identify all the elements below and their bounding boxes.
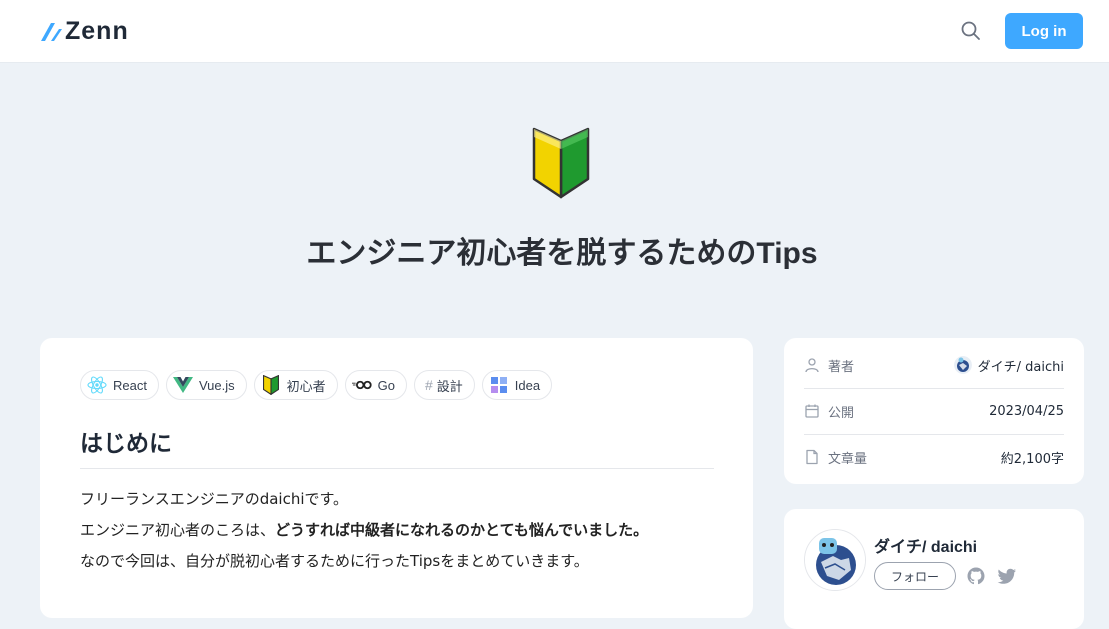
topic-label: 初心者: [286, 378, 326, 394]
meta-author-label-group: 著者: [804, 356, 854, 375]
meta-published-label: 公開: [828, 405, 855, 421]
topic-list: React Vue.js 初心者 Go # 設計 Idea: [80, 370, 553, 400]
zenn-logo[interactable]: Zenn: [40, 16, 129, 45]
meta-length-row: 文章量 約2,100字: [804, 434, 1064, 480]
meta-published-label-group: 公開: [804, 402, 854, 421]
beginner-mark-icon: [532, 127, 590, 199]
author-name[interactable]: ダイチ/ daichi: [874, 533, 977, 557]
paragraph-line: なので今回は、自分が脱初心者するために行ったTipsをまとめていきます。: [80, 552, 589, 570]
meta-author-value: ダイチ/ daichi: [977, 359, 1064, 375]
topic-label: Idea: [514, 377, 541, 393]
meta-published-value: 2023/04/25: [989, 403, 1064, 419]
topic-label: Vue.js: [198, 377, 235, 393]
meta-length-label-group: 文章量: [804, 448, 867, 467]
meta-length-label: 文章量: [828, 451, 868, 467]
github-icon[interactable]: [966, 566, 986, 586]
paragraph-bold-text: どうすれば中級者になれるのかとても悩んでいました。: [275, 521, 649, 539]
zenn-logo-mark-icon: [41, 23, 62, 41]
article-title: エンジニア初心者を脱するためのTips: [306, 237, 818, 270]
topic-react[interactable]: React: [80, 370, 159, 400]
idea-icon: [489, 375, 509, 395]
site-header: Zenn Log in: [0, 0, 1109, 63]
paragraph-line: フリーランスエンジニアのdaichiです。: [80, 490, 349, 508]
topic-label: Go: [377, 377, 395, 393]
react-icon: [87, 375, 107, 395]
avatar: [953, 356, 972, 374]
topic-beginner[interactable]: 初心者: [253, 370, 338, 400]
paragraph-text: エンジニア初心者のころは、: [80, 521, 276, 539]
topic-vue[interactable]: Vue.js: [165, 370, 247, 400]
login-button[interactable]: Log in: [1005, 13, 1083, 49]
author-card: ダイチ/ daichi フォロー: [784, 509, 1084, 629]
topic-label: 設計: [436, 378, 463, 394]
meta-author-row: 著者 ダイチ/ daichi: [804, 342, 1064, 389]
topic-design[interactable]: # 設計: [413, 370, 475, 400]
go-icon: [351, 375, 372, 395]
document-icon: [806, 449, 818, 465]
beginner-mark-icon: [261, 375, 281, 395]
paragraph-line: エンジニア初心者のころは、どうすれば中級者になれるのかとても悩んでいました。: [80, 519, 648, 540]
follow-button[interactable]: フォロー: [874, 562, 956, 590]
article-meta-card: 著者 ダイチ/ daichi 公開 2023/04/25 文章量 約2,100字: [784, 338, 1084, 484]
topic-idea[interactable]: Idea: [481, 370, 553, 400]
user-icon: [805, 358, 819, 373]
logo-text: Zenn: [65, 16, 129, 45]
hash-icon: #: [424, 377, 433, 393]
author-avatar[interactable]: [804, 529, 866, 591]
calendar-icon: [805, 404, 819, 418]
meta-published-row: 公開 2023/04/25: [804, 388, 1064, 435]
meta-length-value: 約2,100字: [1000, 451, 1064, 467]
twitter-icon[interactable]: [997, 566, 1017, 586]
meta-author-label: 著者: [828, 359, 855, 375]
section-heading: はじめに: [80, 424, 714, 469]
vue-icon: [172, 375, 193, 395]
meta-author-link[interactable]: ダイチ/ daichi: [953, 356, 1064, 375]
search-icon[interactable]: [959, 19, 983, 43]
topic-label: React: [113, 377, 147, 393]
article-body-card: React Vue.js 初心者 Go # 設計 Idea はじめに フリーラン…: [40, 338, 753, 618]
topic-go[interactable]: Go: [344, 370, 407, 400]
